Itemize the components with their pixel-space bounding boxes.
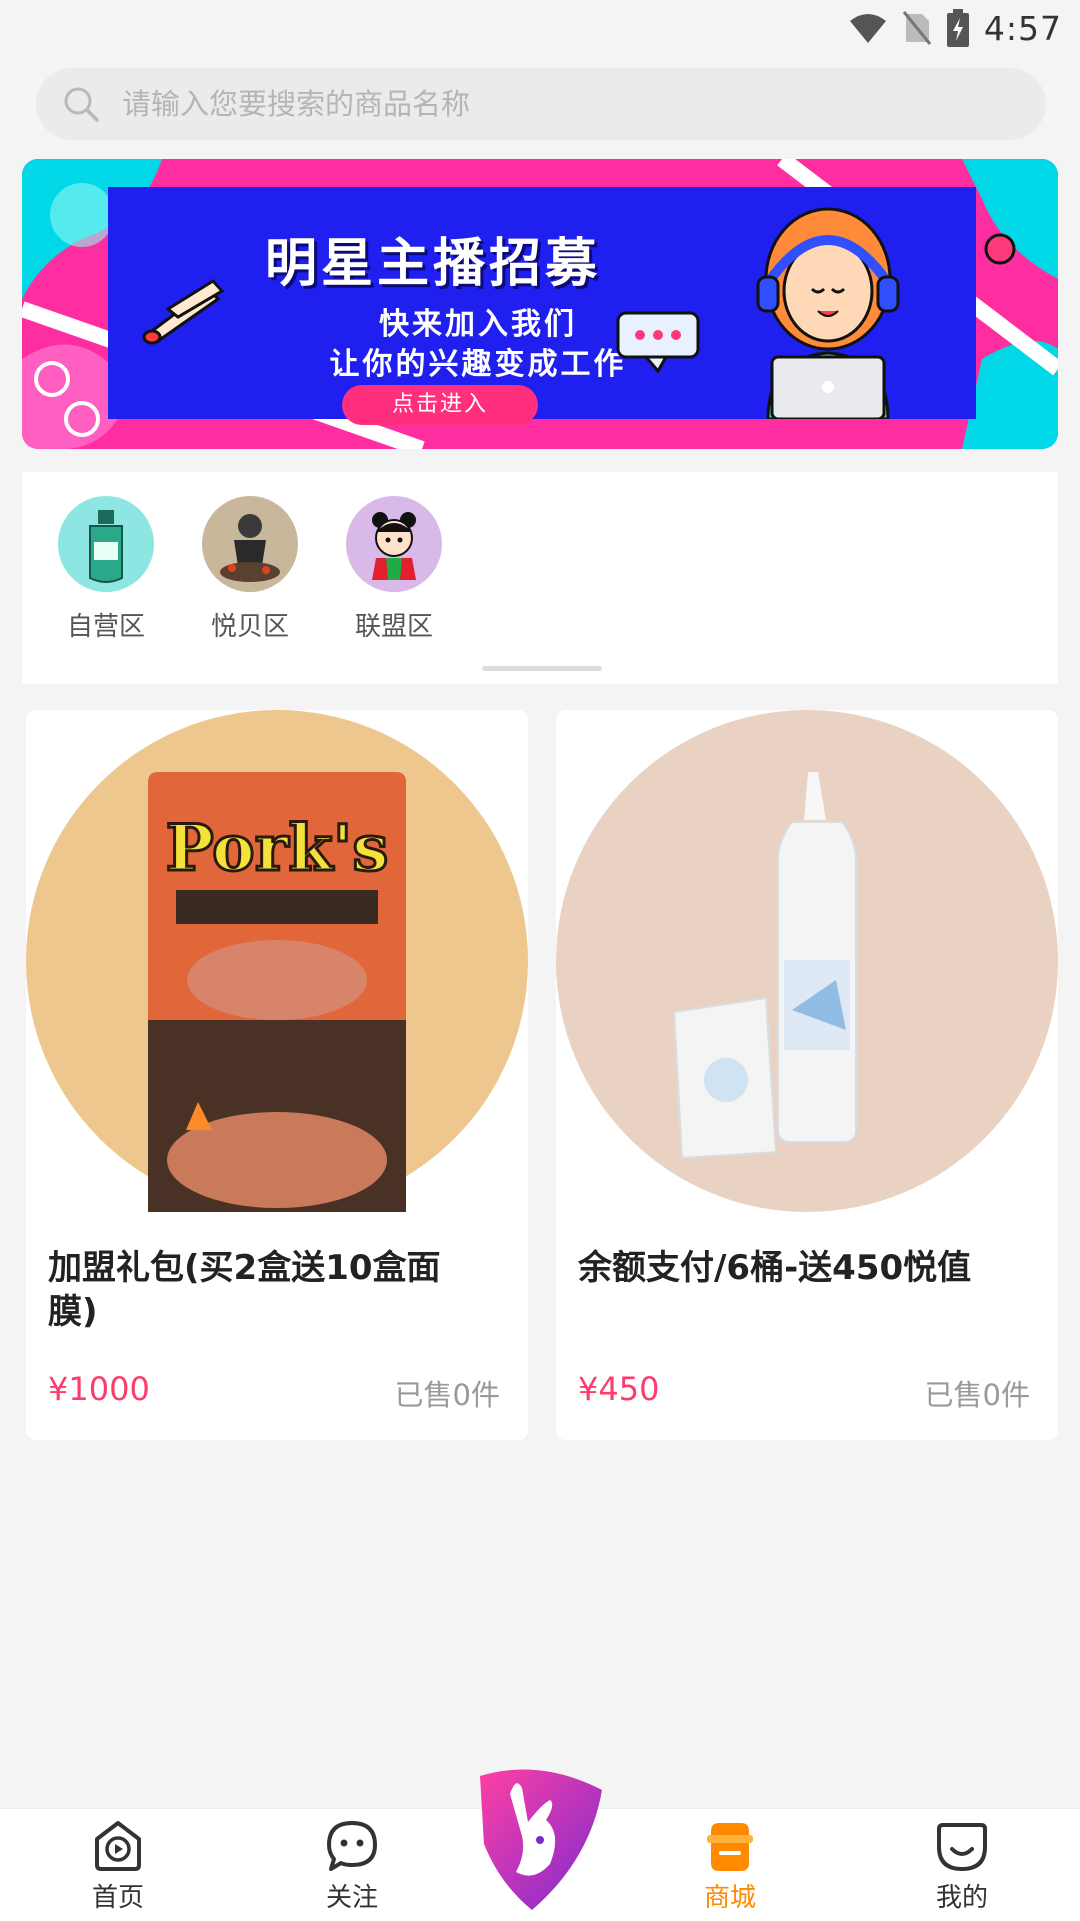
doll-product-icon	[346, 496, 442, 592]
tab-mine[interactable]: 我的	[892, 1811, 1032, 1914]
search-input[interactable]	[120, 86, 984, 122]
anchor-girl-illustration	[756, 207, 900, 419]
product-title: 加盟礼包(买2盒送10盒面膜)	[48, 1248, 441, 1332]
product-card[interactable]: Pork's 加盟礼包(买2盒送10盒面膜) ¥1000 已售0件	[26, 710, 528, 1440]
product-card[interactable]: 余额支付/6桶-送450悦值 ¥450 已售0件	[556, 710, 1058, 1440]
tab-label: 关注	[325, 1883, 378, 1913]
scroll-indicator	[482, 666, 602, 671]
status-time: 4:57	[983, 8, 1062, 48]
category-label: 联盟区	[354, 612, 433, 642]
smile-face-icon	[937, 1823, 987, 1871]
speech-bubble-icon	[616, 311, 700, 373]
search-icon	[64, 87, 99, 122]
home-play-icon	[95, 1821, 141, 1871]
product-price: ¥450	[578, 1370, 660, 1408]
status-icons: 4:57	[848, 6, 1062, 50]
tab-label: 我的	[935, 1883, 988, 1913]
tab-follow[interactable]: 关注	[282, 1811, 422, 1914]
tab-label: 商城	[703, 1883, 756, 1913]
product-sold-count: 已售0件	[924, 1378, 1030, 1412]
battery-charging-icon	[946, 9, 969, 47]
category-panel: 自营区 悦贝区 联盟区	[22, 472, 1058, 684]
tab-shop[interactable]: 商城	[660, 1811, 800, 1914]
figure-product-icon	[202, 496, 298, 592]
category-item-alliance[interactable]: 联盟区	[334, 496, 454, 643]
product-image-text: Pork's	[166, 811, 389, 886]
megaphone-icon	[142, 279, 225, 345]
status-bar: 4:57	[0, 0, 1080, 56]
wifi-icon	[849, 14, 886, 43]
category-item-yuebei[interactable]: 悦贝区	[190, 496, 310, 643]
category-label: 自营区	[66, 612, 145, 642]
chat-face-icon	[327, 1821, 377, 1871]
product-title: 余额支付/6桶-送450悦值	[578, 1248, 972, 1288]
tab-label: 首页	[91, 1883, 144, 1913]
shop-icon	[707, 1823, 753, 1871]
rabbit-logo-icon[interactable]	[470, 1764, 610, 1914]
banner-panel: 明星主播招募 快来加入我们 让你的兴趣变成工作 点击进入	[108, 187, 976, 425]
product-sold-count: 已售0件	[394, 1378, 500, 1412]
tab-home[interactable]: 首页	[48, 1811, 188, 1914]
product-price: ¥1000	[48, 1370, 150, 1408]
product-image-bottle	[556, 710, 1058, 1212]
search-bar[interactable]	[36, 68, 1046, 140]
product-image-snack: Pork's	[26, 710, 528, 1212]
bottle-product-icon	[58, 496, 154, 592]
banner-cta-button[interactable]: 点击进入	[342, 385, 538, 425]
recruit-banner[interactable]: 明星主播招募 快来加入我们 让你的兴趣变成工作 点击进入	[22, 159, 1058, 449]
no-sim-icon	[902, 11, 932, 45]
category-label: 悦贝区	[210, 612, 289, 642]
category-item-self-operated[interactable]: 自营区	[46, 496, 166, 643]
